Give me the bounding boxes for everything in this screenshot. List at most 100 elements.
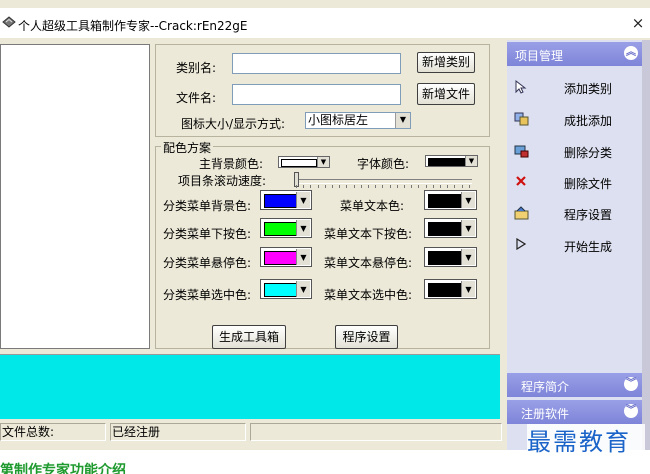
right-swatch-2 <box>428 251 462 265</box>
play-icon <box>514 237 528 252</box>
chevron-down-icon: ▼ <box>296 192 310 208</box>
slider-tick <box>296 185 297 188</box>
article-heading: 第制作专家功能介绍 <box>0 463 126 474</box>
status-extra <box>250 423 502 441</box>
cursor-icon <box>514 79 528 94</box>
right-color-picker-1[interactable]: ▼ <box>424 218 477 238</box>
sidebar-header-intro-label: 程序简介 <box>521 380 570 394</box>
slider-tick <box>461 185 463 188</box>
chevron-down-icon: ▼ <box>465 156 477 166</box>
slider-tick <box>396 185 398 188</box>
close-button[interactable]: × <box>630 14 646 32</box>
red-x-icon <box>514 175 528 189</box>
icon-mode-value: 小图标居左 <box>308 113 369 127</box>
left-color-picker-2[interactable]: ▼ <box>260 247 312 267</box>
sidebar-header-project[interactable]: 项目管理 ︽ <box>507 42 642 66</box>
watermark: 最需教育 <box>527 424 645 460</box>
chevron-down-icon: ▼ <box>461 281 475 297</box>
sidebar-item-settings[interactable]: 程序设置 <box>509 200 639 228</box>
slider-tick <box>324 185 326 188</box>
sidebar-item-start-generate[interactable]: 开始生成 <box>509 232 639 260</box>
left-swatch-0 <box>264 194 297 208</box>
chevron-down-icon: ▼ <box>395 113 410 128</box>
slider-tick <box>353 185 355 188</box>
main-bg-swatch <box>281 159 317 167</box>
left-swatch-2 <box>264 251 297 265</box>
slider-tick <box>404 185 405 188</box>
slider-tick <box>303 185 305 188</box>
chevron-down-icon: ︾ <box>624 377 638 391</box>
slider-tick <box>375 185 377 188</box>
right-color-picker-3[interactable]: ▼ <box>424 279 477 299</box>
add-category-button[interactable]: 新增类别 <box>417 52 475 73</box>
main-bg-color-picker[interactable]: ▼ <box>278 156 330 168</box>
slider-tick <box>317 185 319 188</box>
scroll-speed-slider-track[interactable] <box>296 179 472 184</box>
sidebar-header-intro[interactable]: 程序简介 ︾ <box>507 373 642 397</box>
chevron-up-icon: ︽ <box>624 46 638 60</box>
sidebar-item-label: 删除分类 <box>564 146 613 160</box>
app-icon <box>2 16 16 28</box>
right-swatch-3 <box>428 283 462 297</box>
slider-tick <box>368 185 369 188</box>
right-label-1: 菜单文本下按色: <box>324 227 413 241</box>
font-color-label: 字体颜色: <box>357 157 410 171</box>
sidebar-scrollbar[interactable] <box>642 40 650 450</box>
right-label-3: 菜单文本选中色: <box>324 288 413 302</box>
sidebar-item-batch-add[interactable]: 成批添加 <box>509 106 639 134</box>
main-bg-label: 主背景颜色: <box>199 157 264 171</box>
chevron-down-icon: ▼ <box>296 220 310 236</box>
sidebar-item-delete-category[interactable]: 删除分类 <box>509 138 639 166</box>
left-label-2: 分类菜单悬停色: <box>163 256 252 270</box>
slider-tick <box>346 185 348 188</box>
delete-category-icon <box>514 144 529 158</box>
category-label: 类别名: <box>176 61 217 75</box>
right-color-picker-0[interactable]: ▼ <box>424 190 477 210</box>
right-swatch-1 <box>428 222 462 236</box>
slider-tick <box>411 185 413 188</box>
generate-toolbox-button[interactable]: 生成工具箱 <box>212 325 286 349</box>
settings-icon <box>514 206 529 220</box>
right-label-0: 菜单文本色: <box>340 199 405 213</box>
chevron-down-icon: ▼ <box>461 249 475 265</box>
slider-tick <box>360 185 362 188</box>
sidebar-header-project-label: 项目管理 <box>515 49 564 63</box>
left-swatch-1 <box>264 222 297 236</box>
sidebar-item-delete-file[interactable]: 删除文件 <box>509 169 639 197</box>
left-swatch-3 <box>264 283 297 297</box>
sidebar-item-label: 开始生成 <box>564 240 613 254</box>
left-color-picker-1[interactable]: ▼ <box>260 218 312 238</box>
slider-tick <box>447 185 449 188</box>
batch-icon <box>514 112 529 126</box>
status-registration: 已经注册 <box>110 423 246 441</box>
slider-tick <box>432 185 434 188</box>
file-input[interactable] <box>232 84 401 105</box>
chevron-down-icon: ▼ <box>461 192 475 208</box>
slider-tick <box>468 185 470 188</box>
font-color-swatch <box>428 158 465 166</box>
left-color-picker-0[interactable]: ▼ <box>260 190 312 210</box>
sidebar-item-add-category[interactable]: 添加类别 <box>509 74 639 102</box>
sidebar-header-register[interactable]: 注册软件 ︾ <box>507 400 642 424</box>
chevron-down-icon: ▼ <box>461 220 475 236</box>
slider-tick <box>332 185 333 188</box>
font-color-picker[interactable]: ▼ <box>425 155 478 167</box>
category-input[interactable] <box>232 53 401 74</box>
window-title: 个人超级工具箱制作专家--Crack:rEn22gE <box>18 19 248 33</box>
sidebar-header-register-label: 注册软件 <box>521 407 570 421</box>
icon-mode-select[interactable]: 小图标居左 ▼ <box>305 112 411 129</box>
chevron-down-icon: ▼ <box>296 281 310 297</box>
slider-tick <box>389 185 391 188</box>
sidebar-item-label: 程序设置 <box>564 208 613 222</box>
slider-tick <box>454 185 456 188</box>
color-scheme-title: 配色方案 <box>161 139 214 156</box>
left-label-3: 分类菜单选中色: <box>163 288 252 302</box>
scroll-speed-label: 项目条滚动速度: <box>178 174 267 188</box>
sidebar-item-label: 添加类别 <box>564 82 613 96</box>
left-color-picker-3[interactable]: ▼ <box>260 279 312 299</box>
category-list[interactable] <box>0 44 150 349</box>
left-label-1: 分类菜单下按色: <box>163 227 252 241</box>
right-color-picker-2[interactable]: ▼ <box>424 247 477 267</box>
program-settings-button[interactable]: 程序设置 <box>335 325 398 349</box>
add-file-button[interactable]: 新增文件 <box>417 83 475 105</box>
